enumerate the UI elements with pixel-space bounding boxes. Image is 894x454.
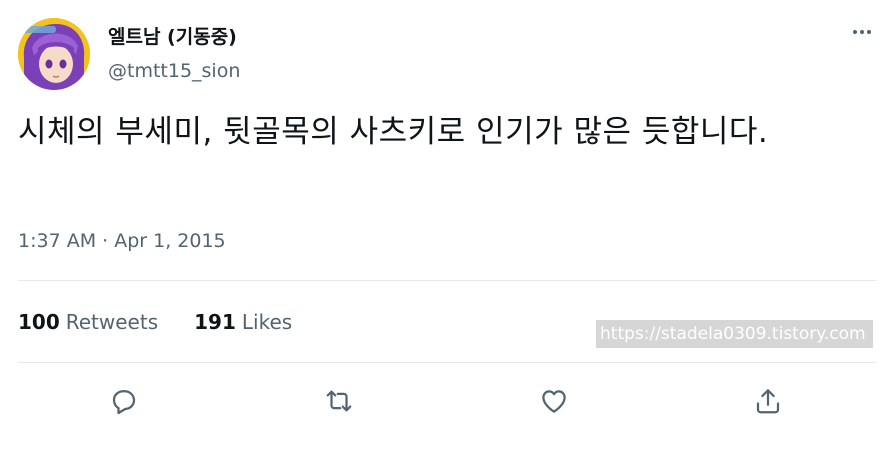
user-handle[interactable]: @tmtt15_sion: [108, 60, 240, 82]
like-button[interactable]: [535, 382, 573, 420]
retweet-button[interactable]: [320, 382, 358, 420]
likes-count: 191: [194, 310, 236, 334]
retweet-icon: [326, 390, 352, 412]
reply-button[interactable]: [105, 382, 143, 420]
tweet-text: 시체의 부세미, 뒷골목의 사츠키로 인기가 많은 듯합니다.: [18, 114, 769, 150]
retweets-label: Retweets: [65, 310, 159, 334]
tweet-timestamp: 1:37 AM · Apr 1, 2015: [18, 230, 226, 252]
action-bar: [0, 376, 894, 426]
dot: [860, 30, 864, 34]
heart-icon: [542, 390, 566, 413]
share-button[interactable]: [749, 382, 787, 420]
likes-label: Likes: [241, 310, 293, 334]
likes-stat[interactable]: 191 Likes: [194, 310, 292, 334]
engagement-stats: 100 Retweets 191 Likes: [18, 310, 292, 334]
display-name[interactable]: 엘트남 (기동중): [108, 22, 237, 49]
divider: [18, 280, 876, 281]
watermark: https://stadela0309.tistory.com: [596, 320, 873, 348]
divider: [18, 362, 876, 363]
more-options-icon[interactable]: [846, 20, 878, 44]
dot: [853, 30, 857, 34]
retweets-count: 100: [18, 310, 60, 334]
dot: [867, 30, 871, 34]
timestamp-link[interactable]: 1:37 AM · Apr 1, 2015: [18, 230, 226, 252]
retweets-stat[interactable]: 100 Retweets: [18, 310, 158, 334]
avatar-image: [18, 18, 90, 90]
avatar[interactable]: [18, 18, 90, 90]
share-icon: [756, 389, 780, 414]
reply-icon: [112, 390, 136, 415]
